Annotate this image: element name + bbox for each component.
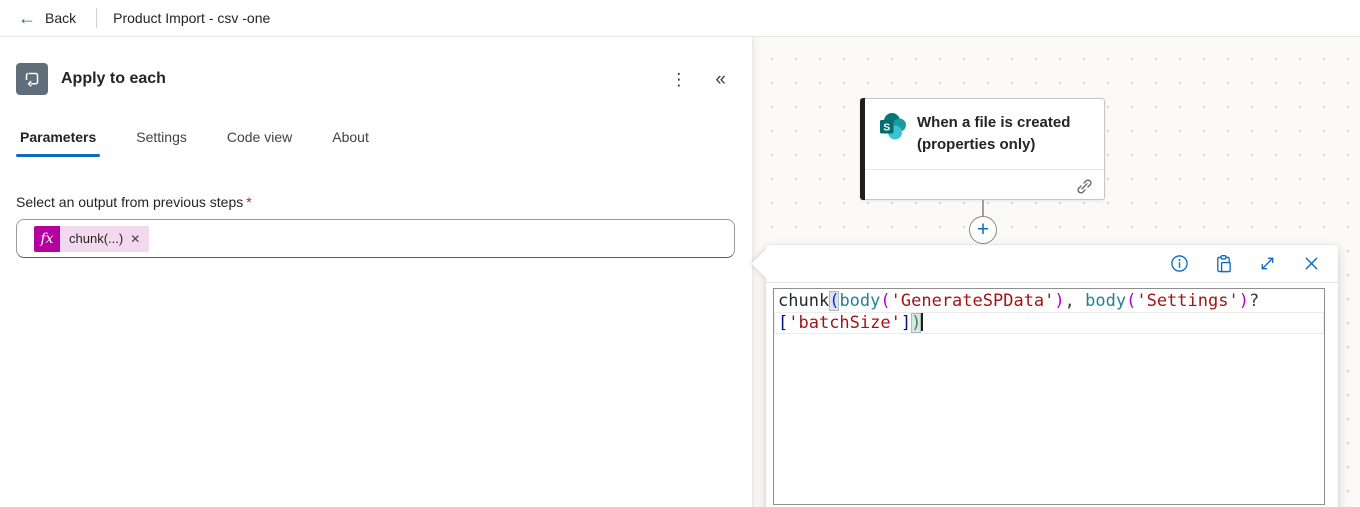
topbar: ← Back Product Import - csv -one <box>0 0 1360 37</box>
expression-toolbar <box>766 245 1338 283</box>
code-line-2: ['batchSize']) <box>774 312 1324 334</box>
panel-title: Apply to each <box>61 70 670 88</box>
tab-about[interactable]: About <box>328 123 373 157</box>
code-token: body <box>1085 291 1126 311</box>
token-remove-button[interactable]: ✕ <box>130 232 149 246</box>
card-footer <box>865 169 1104 199</box>
field-label-text: Select an output from previous steps <box>16 194 243 210</box>
add-action-button[interactable]: + <box>969 216 997 244</box>
link-icon[interactable] <box>1073 175 1092 194</box>
code-token: ] <box>901 313 911 333</box>
code-token: 'Settings' <box>1136 291 1238 311</box>
required-asterisk: * <box>246 194 251 210</box>
vertical-ellipsis-icon: ⋮ <box>670 70 687 89</box>
code-token: ) <box>911 313 921 333</box>
collapse-panel-button[interactable]: « <box>715 70 726 89</box>
code-token: 'GenerateSPData' <box>891 291 1055 311</box>
text-cursor <box>921 313 923 331</box>
back-label: Back <box>45 10 76 26</box>
code-token: chunk <box>778 291 829 311</box>
info-button[interactable] <box>1170 254 1189 273</box>
trigger-card[interactable]: S When a file is created (properties onl… <box>860 98 1105 200</box>
trigger-title: When a file is created (properties only) <box>917 112 1077 156</box>
code-token: 'batchSize' <box>788 313 901 333</box>
expression-token[interactable]: fx chunk(...) ✕ <box>34 226 149 252</box>
tab-parameters[interactable]: Parameters <box>16 123 100 157</box>
fx-icon: fx <box>34 226 60 252</box>
tab-code-view[interactable]: Code view <box>223 123 296 157</box>
code-token: body <box>839 291 880 311</box>
apply-to-each-icon <box>16 63 48 95</box>
code-token: , <box>1065 291 1085 311</box>
tab-settings[interactable]: Settings <box>132 123 191 157</box>
connector-line <box>982 200 984 217</box>
token-label: chunk(...) <box>60 231 130 246</box>
back-button[interactable]: ← Back <box>0 0 96 36</box>
plus-icon: + <box>977 218 989 241</box>
svg-text:S: S <box>883 122 890 134</box>
close-button[interactable] <box>1302 254 1321 273</box>
code-token: [ <box>778 313 788 333</box>
expression-code-editor[interactable]: chunk(body('GenerateSPData'), body('Sett… <box>773 288 1325 505</box>
paste-button[interactable] <box>1214 254 1233 273</box>
sharepoint-icon: S <box>879 112 907 140</box>
close-icon: ✕ <box>130 232 140 246</box>
code-token: ( <box>829 291 839 311</box>
code-token: ( <box>1126 291 1136 311</box>
panel-header: Apply to each ⋮ « <box>16 63 734 95</box>
flow-canvas[interactable]: S When a file is created (properties onl… <box>753 37 1360 507</box>
more-options-button[interactable]: ⋮ <box>670 71 687 88</box>
code-token: ? <box>1249 291 1259 311</box>
tab-bar: Parameters Settings Code view About <box>16 123 734 158</box>
output-select-input[interactable]: fx chunk(...) ✕ <box>16 219 735 258</box>
loop-glyph <box>23 70 41 88</box>
code-token: ( <box>880 291 890 311</box>
back-arrow-icon: ← <box>18 9 36 27</box>
double-chevron-left-icon: « <box>715 69 726 90</box>
action-config-panel: Apply to each ⋮ « Parameters Settings Co… <box>0 37 753 507</box>
expand-button[interactable] <box>1258 254 1277 273</box>
code-token: ) <box>1239 291 1249 311</box>
field-label: Select an output from previous steps* <box>16 194 734 210</box>
code-token: ) <box>1054 291 1064 311</box>
expression-editor-panel: chunk(body('GenerateSPData'), body('Sett… <box>766 245 1338 507</box>
flow-title: Product Import - csv -one <box>97 10 270 26</box>
code-line-1: chunk(body('GenerateSPData'), body('Sett… <box>774 290 1324 312</box>
